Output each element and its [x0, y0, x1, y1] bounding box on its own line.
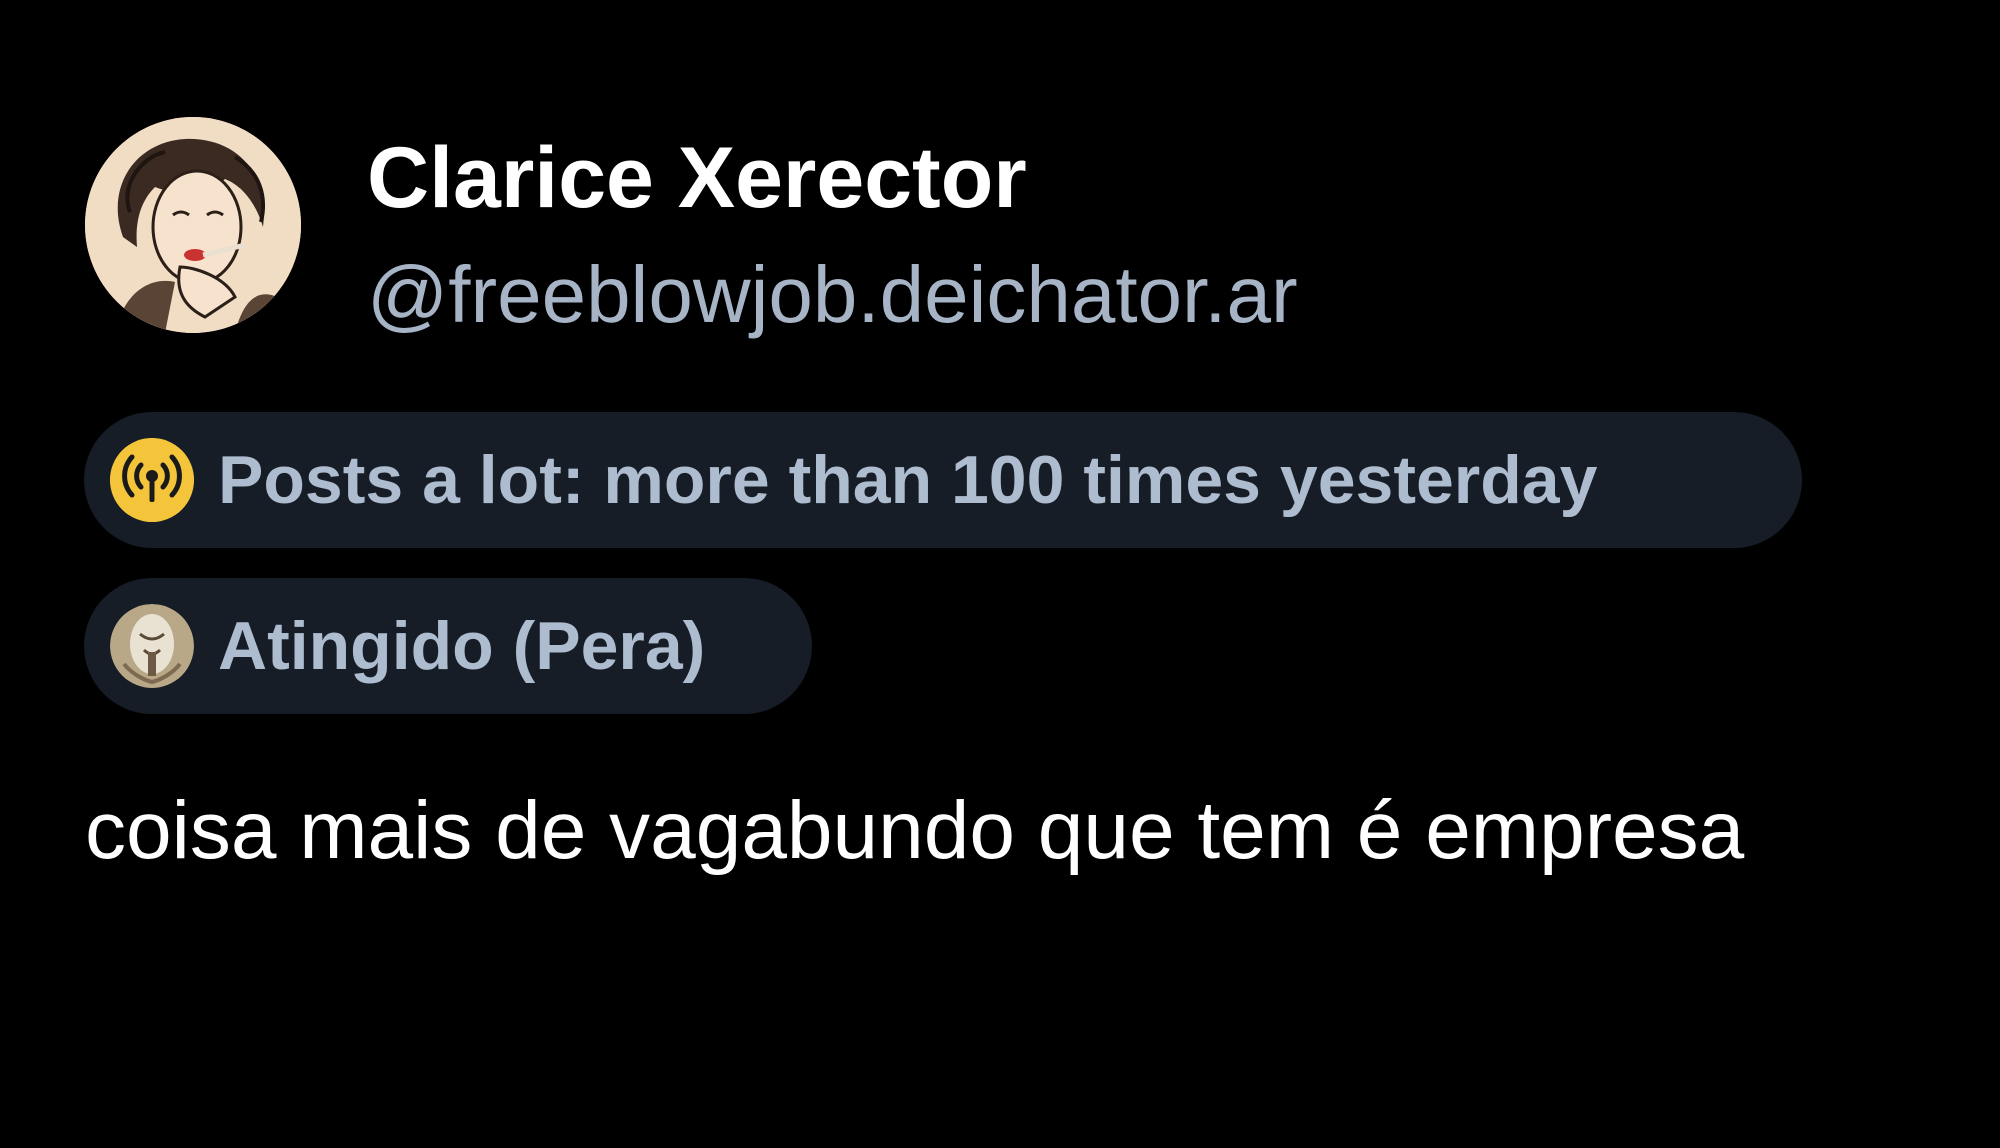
avatar-portrait-illustration [85, 117, 301, 333]
activity-badge[interactable]: Posts a lot: more than 100 times yesterd… [84, 412, 1802, 548]
post-text: coisa mais de vagabundo que tem é empres… [85, 785, 1745, 876]
broadcast-signal-icon [110, 438, 194, 522]
moderation-label-text: Atingido (Pera) [218, 608, 706, 684]
label-image-icon [110, 604, 194, 688]
activity-badge-label: Posts a lot: more than 100 times yesterd… [218, 442, 1598, 518]
moderation-label-badge[interactable]: Atingido (Pera) [84, 578, 812, 714]
author-handle[interactable]: @freeblowjob.deichator.ar [367, 245, 1298, 345]
author-display-name[interactable]: Clarice Xerector [367, 128, 1027, 228]
post-card: Clarice Xerector @freeblowjob.deichator.… [0, 0, 2000, 1148]
avatar[interactable] [85, 117, 301, 333]
